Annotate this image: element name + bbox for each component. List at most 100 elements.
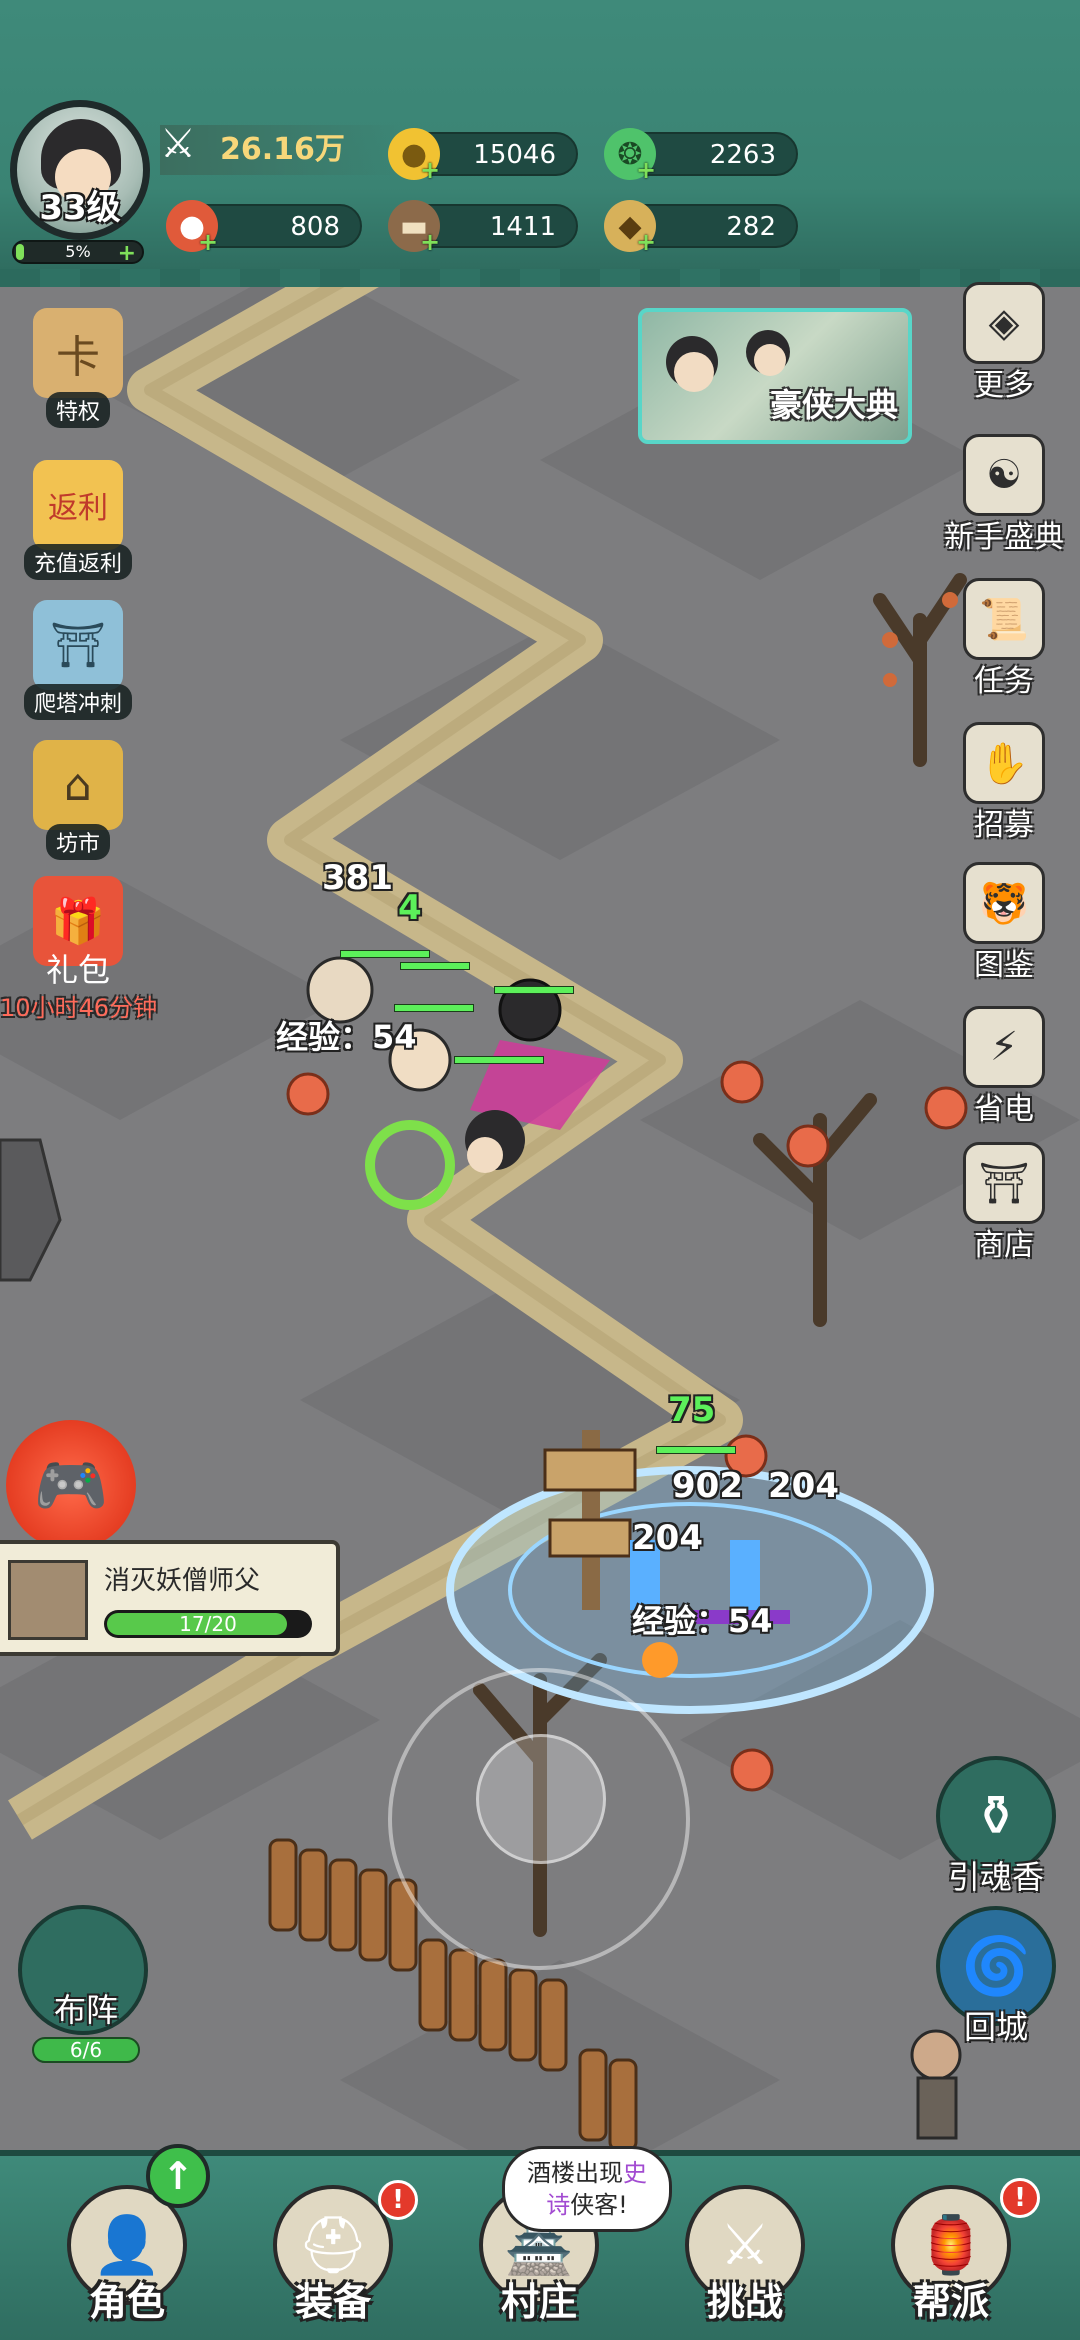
damage-number: 204 bbox=[768, 1466, 839, 1506]
speech-line2: 侠客! bbox=[570, 2191, 628, 2219]
market-label: 坊市 bbox=[45, 824, 110, 860]
battery-icon: ⚡ bbox=[963, 1006, 1045, 1088]
return-town-label: 回城 bbox=[963, 2008, 1028, 2046]
ore-counter[interactable]: ◆ + 282 bbox=[604, 200, 798, 256]
gold-value: 15046 bbox=[473, 140, 556, 170]
market-icon: ⌂ bbox=[33, 740, 123, 830]
speech-epic-2: 诗 bbox=[546, 2191, 571, 2219]
nav-challenge-label: 挑战 bbox=[706, 2280, 783, 2324]
quest-tracker[interactable]: 消灭妖僧师父 17/20 bbox=[0, 1540, 340, 1656]
gift-timer: 10小时46分钟 bbox=[0, 994, 158, 1022]
soul-incense-button[interactable]: ⚱ 引魂香 bbox=[926, 1756, 1066, 1898]
meat-value: 808 bbox=[290, 212, 340, 242]
nav-guild-label: 帮派 bbox=[912, 2280, 989, 2324]
jade-counter[interactable]: ❂ + 2263 bbox=[604, 128, 798, 184]
shop-icon: ⛩ bbox=[963, 1142, 1045, 1224]
rebate-icon: 返利 bbox=[33, 460, 123, 550]
more-label: 更多 bbox=[974, 368, 1034, 403]
tower-icon: ⛩ bbox=[33, 600, 123, 690]
tower-rush-label: 爬塔冲刺 bbox=[23, 684, 132, 720]
privilege-label: 特权 bbox=[45, 392, 110, 428]
newbie-icon: ☯ bbox=[963, 434, 1045, 516]
gamepad-icon: 🎮 bbox=[33, 1450, 109, 1521]
sword-power-icon: ⚔ bbox=[160, 121, 196, 167]
market-button[interactable]: ⌂ 坊市 bbox=[18, 740, 138, 860]
codex-label: 图鉴 bbox=[974, 948, 1034, 983]
guild-alert-badge: ! bbox=[1000, 2178, 1040, 2218]
nav-equipment-label: 装备 bbox=[294, 2280, 371, 2324]
recruit-button[interactable]: ✋ 招募 bbox=[944, 722, 1064, 844]
hero-ceremony-banner[interactable]: 豪侠大典 bbox=[638, 308, 912, 444]
combat-power-value: 26.16万 bbox=[220, 132, 345, 167]
auto-battle-button[interactable]: 🎮 bbox=[6, 1420, 136, 1550]
wood-counter[interactable]: ▬ + 1411 bbox=[388, 200, 578, 256]
hero-hp-bar bbox=[400, 962, 470, 970]
ore-value: 282 bbox=[726, 212, 776, 242]
gift-pack-button[interactable]: 🎁 礼包 bbox=[18, 876, 138, 993]
nav-character-label: 角色 bbox=[88, 2280, 165, 2324]
formation-count: 6/6 bbox=[32, 2037, 140, 2063]
nav-character[interactable]: 👤 角色 bbox=[52, 2185, 202, 2340]
tower-rush-button[interactable]: ⛩ 爬塔冲刺 bbox=[18, 600, 138, 720]
card-icon: 卡 bbox=[33, 308, 123, 398]
rebate-button[interactable]: 返利 充值返利 bbox=[18, 460, 138, 580]
codex-button[interactable]: 🐯 图鉴 bbox=[944, 862, 1064, 984]
player-avatar[interactable]: 33级 bbox=[10, 100, 150, 240]
exp-gain-text: 经验：54 bbox=[276, 1018, 417, 1056]
scroll-icon: 📜 bbox=[963, 578, 1045, 660]
joystick-knob[interactable] bbox=[476, 1734, 606, 1864]
gift-pack-label: 礼包 bbox=[45, 951, 110, 989]
exp-gain-text: 经验：54 bbox=[632, 1602, 773, 1640]
codex-icon: 🐯 bbox=[963, 862, 1045, 944]
meat-counter[interactable]: ● + 808 bbox=[166, 200, 362, 256]
nav-village-label: 村庄 bbox=[500, 2280, 577, 2324]
exp-plus-icon[interactable]: + bbox=[118, 241, 136, 266]
damage-number: 381 bbox=[322, 858, 393, 898]
shop-button[interactable]: ⛩ 商店 bbox=[944, 1142, 1064, 1264]
recruit-icon: ✋ bbox=[963, 722, 1045, 804]
more-button[interactable]: ◈ 更多 bbox=[944, 282, 1064, 404]
ore-add-icon[interactable]: + bbox=[636, 228, 656, 256]
quest-progress-bar: 17/20 bbox=[104, 1610, 312, 1638]
return-town-button[interactable]: 🌀 回城 bbox=[926, 1906, 1066, 2048]
newbie-festival-label: 新手盛典 bbox=[944, 520, 1064, 555]
quest-progress-text: 17/20 bbox=[179, 1612, 237, 1636]
newbie-festival-button[interactable]: ☯ 新手盛典 bbox=[944, 434, 1064, 556]
jade-value: 2263 bbox=[709, 140, 776, 170]
speech-line1: 酒楼出现 bbox=[527, 2159, 623, 2187]
upgrade-arrow-icon: ↑ bbox=[146, 2144, 210, 2208]
jade-add-icon[interactable]: + bbox=[636, 156, 656, 184]
heal-number: 75 bbox=[668, 1390, 716, 1430]
gold-counter[interactable]: ● + 15046 bbox=[388, 128, 578, 184]
formation-button[interactable]: 布阵 6/6 bbox=[18, 1905, 154, 2063]
more-icon: ◈ bbox=[963, 282, 1045, 364]
quest-name: 消灭妖僧师父 bbox=[104, 1566, 261, 1596]
privilege-button[interactable]: 卡 特权 bbox=[18, 308, 138, 428]
combat-power: ⚔ 26.16万 bbox=[160, 121, 400, 175]
tavern-speech-bubble[interactable]: 酒楼出现史 诗侠客! bbox=[502, 2146, 672, 2232]
gold-add-icon[interactable]: + bbox=[420, 156, 440, 184]
tasks-button[interactable]: 📜 任务 bbox=[944, 578, 1064, 700]
soul-incense-label: 引魂香 bbox=[947, 1858, 1044, 1896]
rebate-label: 充值返利 bbox=[23, 544, 132, 580]
banner-title: 豪侠大典 bbox=[769, 386, 898, 424]
hero-hp-bar bbox=[394, 1004, 474, 1012]
wood-add-icon[interactable]: + bbox=[420, 228, 440, 256]
damage-number: 902 bbox=[672, 1466, 743, 1506]
monk-master-portrait bbox=[8, 1560, 88, 1640]
recruit-label: 招募 bbox=[974, 808, 1034, 843]
hero-hp-bar bbox=[494, 986, 574, 994]
exp-bar: 5% + bbox=[12, 240, 144, 266]
hero-hp-bar bbox=[454, 1056, 544, 1064]
meat-add-icon[interactable]: + bbox=[198, 228, 218, 256]
game-map[interactable] bbox=[0, 0, 1080, 2340]
tasks-label: 任务 bbox=[974, 664, 1034, 699]
nav-challenge[interactable]: ⚔ 挑战 bbox=[670, 2185, 820, 2340]
power-save-label: 省电 bbox=[974, 1092, 1034, 1127]
equipment-alert-badge: ! bbox=[378, 2180, 418, 2220]
power-save-button[interactable]: ⚡ 省电 bbox=[944, 1006, 1064, 1128]
hero-hp-bar bbox=[340, 950, 430, 958]
wood-value: 1411 bbox=[489, 212, 556, 242]
speech-epic-1: 史 bbox=[623, 2159, 647, 2187]
damage-number: 204 bbox=[632, 1518, 703, 1558]
